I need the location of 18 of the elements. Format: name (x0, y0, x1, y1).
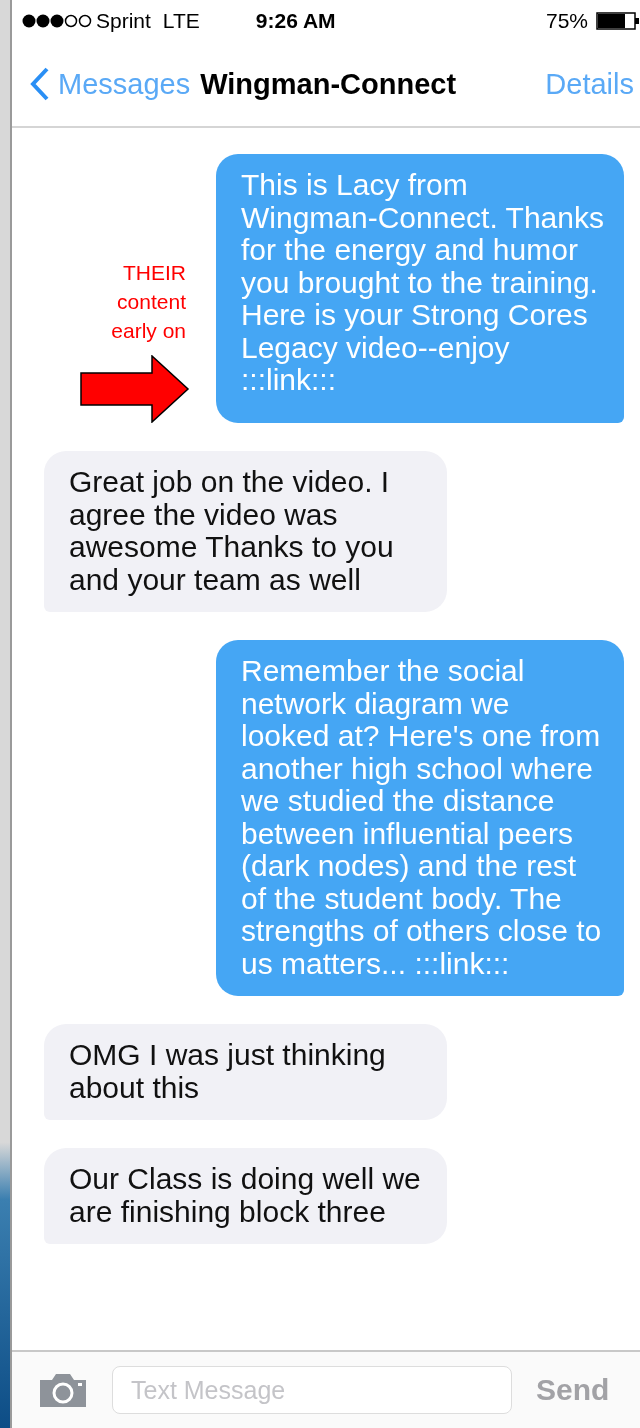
signal-icon (22, 13, 92, 29)
status-time: 9:26 AM (255, 9, 336, 33)
chevron-icon (30, 67, 50, 101)
message-bubble: Our Class is doing well we are finishing block three (44, 1148, 447, 1244)
details-link[interactable]: Details (545, 67, 634, 101)
message-input[interactable]: Text Message (112, 1366, 512, 1414)
arrow-icon (80, 355, 190, 423)
message-bubble: OMG I was just thinking about this (44, 1024, 447, 1120)
message-bubble: This is Lacy from Wingman-Connect. Thanks for the energy and humor you brought to the training. Here is your Strong Cores Legacy video--enjoy :::link::: (216, 154, 624, 423)
camera-icon[interactable] (38, 1372, 88, 1408)
battery-percent: 75% (545, 9, 588, 33)
network-type: LTE (162, 9, 200, 33)
message-bubble: Great job on the video. I agree the video was awesome Thanks to you and your team as well (44, 451, 447, 612)
back-link[interactable]: Messages (30, 67, 191, 101)
conversation-title: Wingman-Connect (200, 67, 457, 101)
annotation-text: THEIR content early on (110, 260, 186, 344)
message-bubble: Remember the social network diagram we looked at? Here's one from another high school where we studied the distance between influential peers (dark nodes) and the rest of the student body. The strengths of others close to us matters... :::link::: (216, 640, 624, 996)
carrier-name: Sprint (96, 9, 151, 33)
